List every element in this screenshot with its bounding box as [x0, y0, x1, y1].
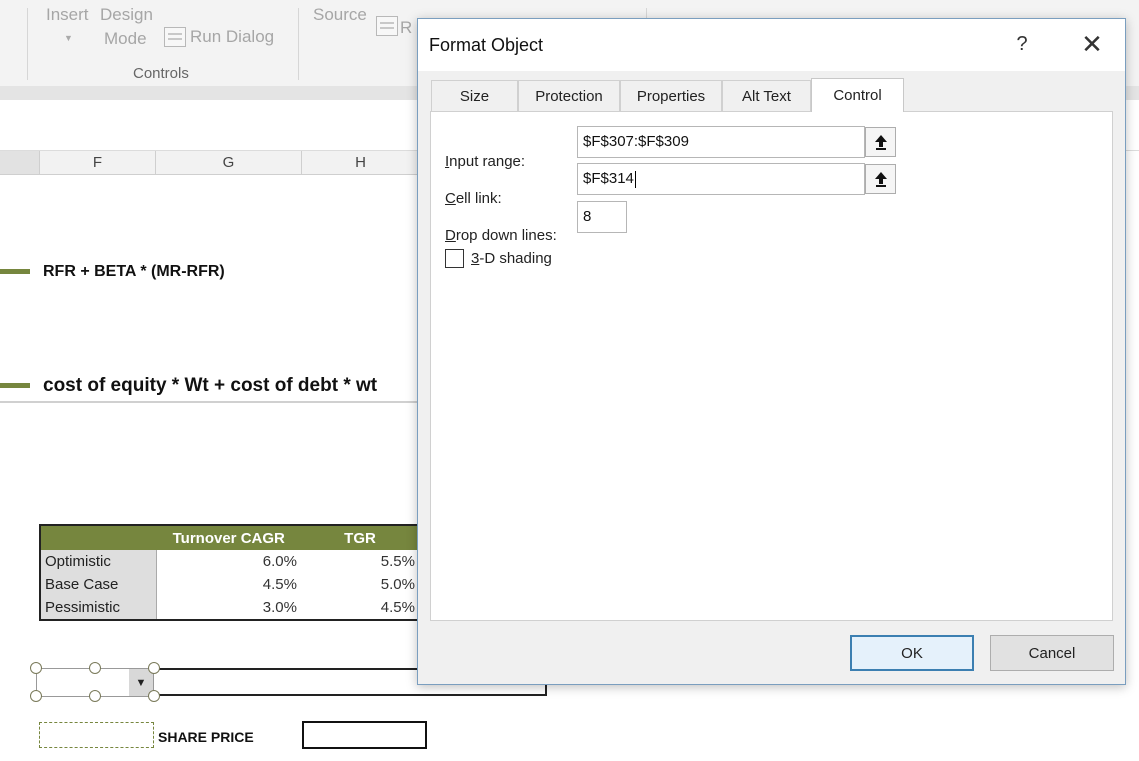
- 3d-shading-checkbox[interactable]: [445, 249, 464, 268]
- turnover-cagr-cell[interactable]: 4.5%: [157, 573, 302, 596]
- table-header-tgr: TGR: [301, 525, 420, 550]
- wacc-formula[interactable]: cost of equity * Wt + cost of debt * wt: [43, 375, 377, 397]
- collapse-dialog-icon: [874, 135, 887, 150]
- help-icon[interactable]: ?: [1008, 29, 1036, 59]
- cell-link-label: Cell link:: [445, 190, 502, 207]
- column-header-f[interactable]: F: [40, 151, 156, 175]
- cell-link-field[interactable]: $F$314: [577, 163, 865, 195]
- tgr-cell[interactable]: 5.0%: [301, 573, 420, 596]
- close-icon[interactable]: ✕: [1076, 29, 1108, 59]
- run-dialog-button[interactable]: Run Dialog: [190, 27, 274, 47]
- tab-protection[interactable]: Protection: [518, 80, 620, 112]
- scenario-table: Turnover CAGR TGR Optimistic 6.0% 5.5% B…: [39, 524, 421, 621]
- drop-down-lines-label: Drop down lines:: [445, 227, 557, 244]
- formula-accent-bar: [0, 383, 30, 388]
- input-range-value: $F$307:$F$309: [583, 133, 689, 150]
- tgr-cell[interactable]: 4.5%: [301, 596, 420, 620]
- cell-link-collapse-button[interactable]: [865, 164, 896, 194]
- scenario-label[interactable]: Pessimistic: [40, 596, 157, 620]
- dialog-title: Format Object: [429, 35, 544, 55]
- control-tab-panel: Input range: $F$307:$F$309 Cell link: $F…: [430, 111, 1113, 621]
- share-price-cell[interactable]: [302, 721, 427, 749]
- drop-down-lines-value: 8: [583, 208, 592, 225]
- cell-link-accesskey: C: [445, 190, 456, 207]
- selected-cell-marquee[interactable]: [39, 722, 154, 748]
- table-row: Pessimistic 3.0% 4.5%: [40, 596, 420, 620]
- table-header-row: Turnover CAGR TGR: [40, 525, 420, 550]
- cancel-button[interactable]: Cancel: [990, 635, 1114, 671]
- design-mode-button-label[interactable]: Design: [100, 5, 153, 25]
- scenario-label[interactable]: Base Case: [40, 573, 157, 596]
- table-row: Base Case 4.5% 5.0%: [40, 573, 420, 596]
- tab-properties[interactable]: Properties: [620, 80, 722, 112]
- column-header-g[interactable]: G: [156, 151, 302, 175]
- controls-group-label: Controls: [133, 65, 189, 82]
- drop-down-lines-accesskey: D: [445, 227, 456, 244]
- refresh-icon: [376, 16, 398, 36]
- tab-size[interactable]: Size: [431, 80, 518, 112]
- ribbon-separator: [298, 8, 299, 80]
- input-range-collapse-button[interactable]: [865, 127, 896, 157]
- resize-handle[interactable]: [89, 690, 101, 702]
- input-range-label-text: nput range:: [449, 153, 526, 170]
- share-price-label: SHARE PRICE: [158, 729, 254, 745]
- run-dialog-icon: [164, 27, 186, 47]
- refresh-data-button[interactable]: R: [400, 18, 412, 38]
- resize-handle[interactable]: [148, 690, 160, 702]
- resize-handle[interactable]: [30, 690, 42, 702]
- table-header-turnover-cagr: Turnover CAGR: [156, 525, 301, 550]
- turnover-cagr-cell[interactable]: 6.0%: [157, 550, 302, 573]
- column-header-e[interactable]: [0, 151, 40, 175]
- drop-down-lines-label-text: rop down lines:: [455, 227, 557, 244]
- dialog-titlebar[interactable]: Format Object ? ✕: [418, 19, 1125, 71]
- 3d-shading-label-text: -D shading: [479, 250, 552, 267]
- tgr-cell[interactable]: 5.5%: [301, 550, 420, 573]
- table-row: Optimistic 6.0% 5.5%: [40, 550, 420, 573]
- cell-link-value: $F$314: [583, 170, 634, 187]
- resize-handle[interactable]: [30, 662, 42, 674]
- source-button[interactable]: Source: [313, 5, 367, 25]
- ribbon-separator: [27, 8, 28, 80]
- insert-dropdown-arrow-icon[interactable]: ▼: [64, 33, 73, 43]
- row-divider: [0, 401, 420, 403]
- scenario-label[interactable]: Optimistic: [40, 550, 157, 573]
- drop-down-lines-field[interactable]: 8: [577, 201, 627, 233]
- cell-link-label-text: ell link:: [455, 190, 502, 207]
- 3d-shading-label[interactable]: 3-D shading: [471, 250, 552, 267]
- design-mode-button-sublabel[interactable]: Mode: [104, 29, 147, 49]
- column-header-h[interactable]: H: [302, 151, 420, 175]
- turnover-cagr-cell[interactable]: 3.0%: [157, 596, 302, 620]
- input-range-label: Input range:: [445, 153, 525, 170]
- insert-button[interactable]: Insert: [46, 5, 89, 25]
- dialog-tabs: Size Protection Properties Alt Text Cont…: [431, 78, 904, 112]
- cost-of-equity-formula[interactable]: RFR + BETA * (MR-RFR): [43, 263, 225, 281]
- tab-alt-text[interactable]: Alt Text: [722, 80, 811, 112]
- table-header-blank: [40, 525, 157, 550]
- text-cursor: [634, 170, 636, 188]
- input-range-field[interactable]: $F$307:$F$309: [577, 126, 865, 158]
- formula-accent-bar: [0, 269, 30, 274]
- format-object-dialog: Format Object ? ✕ Size Protection Proper…: [417, 18, 1126, 685]
- resize-handle[interactable]: [148, 662, 160, 674]
- tab-control[interactable]: Control: [811, 78, 904, 112]
- resize-handle[interactable]: [89, 662, 101, 674]
- ok-button[interactable]: OK: [850, 635, 974, 671]
- collapse-dialog-icon: [874, 172, 887, 187]
